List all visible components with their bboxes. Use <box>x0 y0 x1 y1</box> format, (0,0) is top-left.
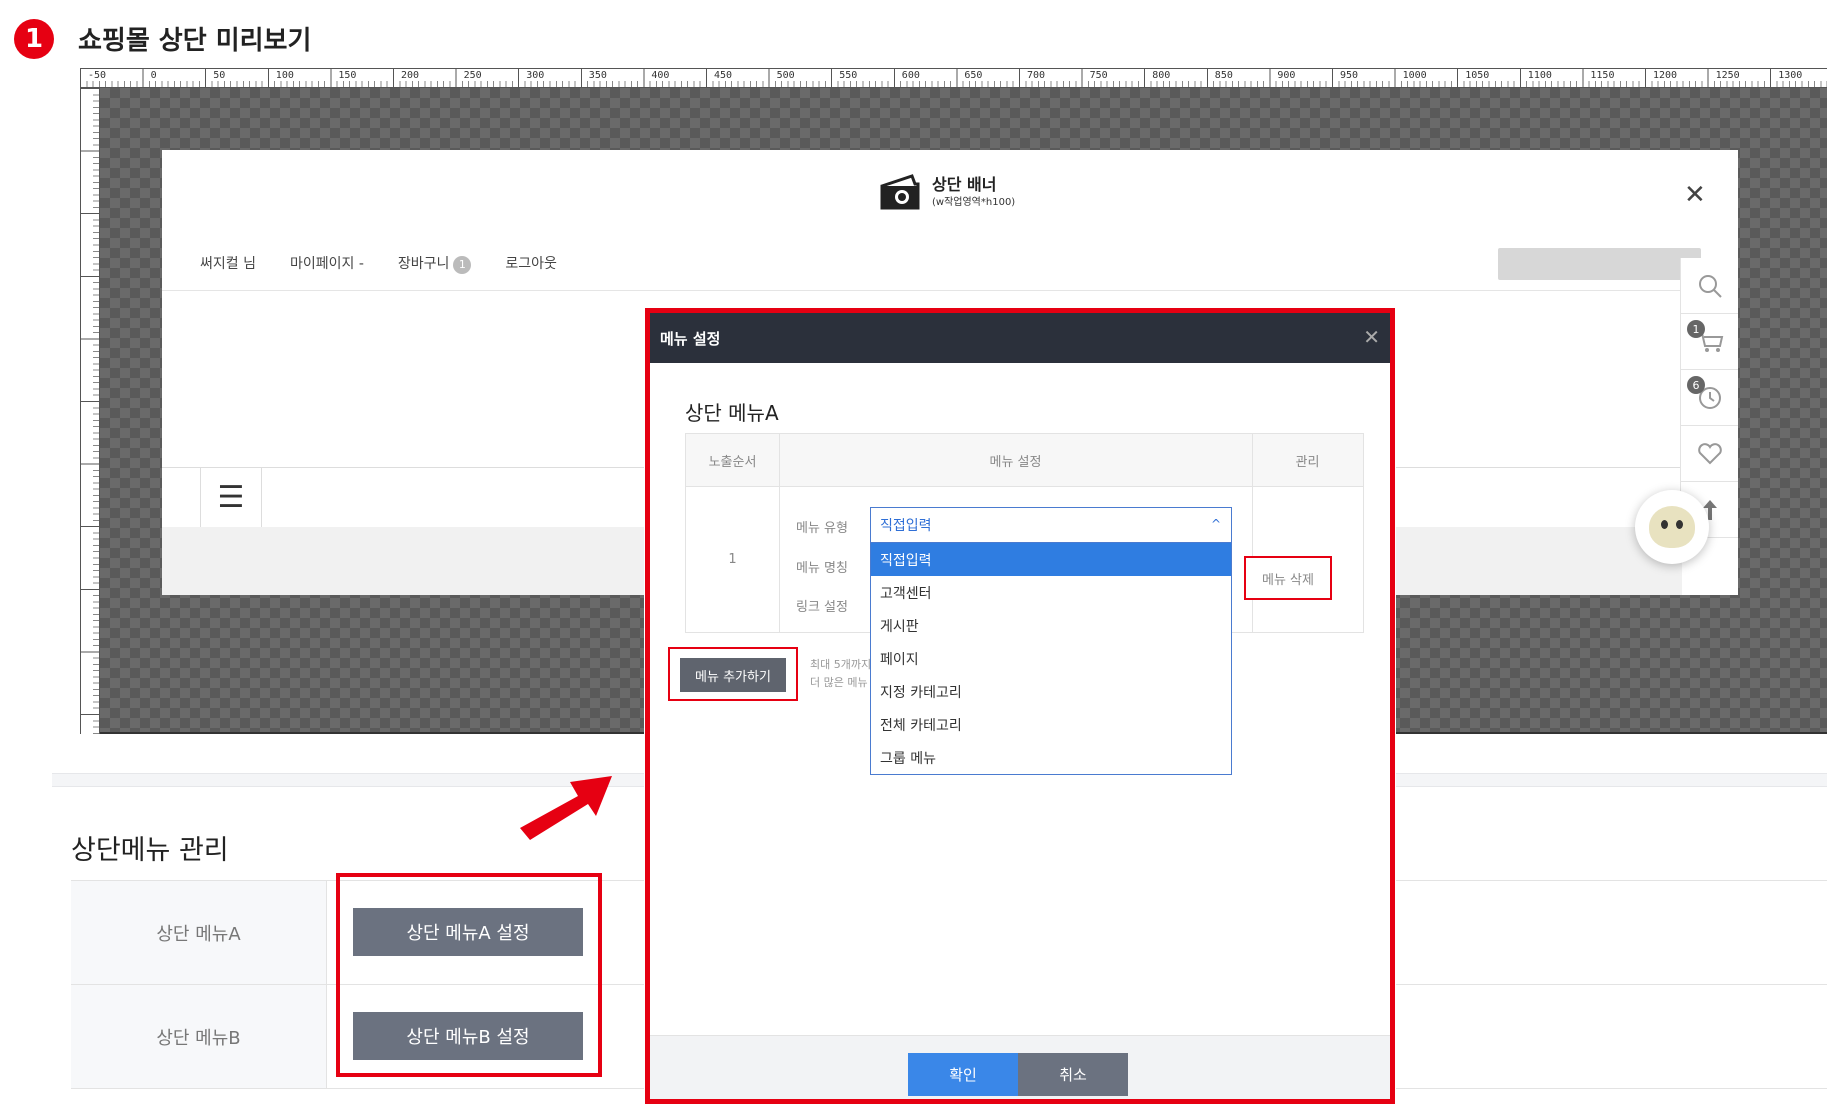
highlight-box: 메뉴 추가하기 <box>668 647 798 701</box>
ruler-tick-label: 550 <box>839 70 858 81</box>
quick-cart-count: 1 <box>1687 320 1705 338</box>
add-menu-button[interactable]: 메뉴 추가하기 <box>680 658 786 692</box>
step-badge: 1 <box>14 19 54 59</box>
ruler-tick-label: 200 <box>401 70 420 81</box>
shop-search-input[interactable] <box>1498 248 1701 280</box>
ruler-tick-label: 50 <box>213 70 226 81</box>
vertical-ruler <box>80 88 100 734</box>
ruler-tick-label: 700 <box>1027 70 1046 81</box>
top-banner[interactable]: 상단 배너 (w작업영역*h100) <box>878 172 1015 212</box>
red-arrow-icon <box>520 776 612 840</box>
top-menu-management-title: 상단메뉴 관리 <box>71 835 229 866</box>
confirm-button[interactable]: 확인 <box>908 1053 1018 1096</box>
select-value: 직접입력 <box>880 518 932 534</box>
banner-size-note: (w작업영역*h100) <box>932 196 1016 208</box>
cancel-button[interactable]: 취소 <box>1018 1053 1128 1096</box>
ruler-tick-label: 1100 <box>1527 70 1552 81</box>
quick-menu: 1 6 <box>1680 258 1738 538</box>
ruler-tick-label: 250 <box>463 70 482 81</box>
dropdown-option[interactable]: 페이지 <box>871 642 1231 675</box>
hamburger-menu-icon[interactable]: ☰ <box>200 467 262 527</box>
cart-icon[interactable]: 1 <box>1681 314 1738 370</box>
chevron-up-icon: ^ <box>1210 517 1221 531</box>
modal-header: 메뉴 설정 ✕ <box>650 313 1390 363</box>
chatbot-button[interactable] <box>1635 490 1709 564</box>
help-line: 더 많은 메뉴 <box>810 676 868 689</box>
field-label: 링크 설정 <box>796 600 848 615</box>
help-text: 최대 5개까지 더 많은 메뉴 <box>810 656 870 692</box>
ruler-tick-label: 1200 <box>1653 70 1678 81</box>
ruler-tick-label: 450 <box>714 70 733 81</box>
ruler-tick-label: 150 <box>338 70 357 81</box>
delete-menu-button[interactable]: 메뉴 삭제 <box>1244 556 1332 600</box>
cart-count-badge: 1 <box>453 255 472 274</box>
column-header: 관리 <box>1252 434 1363 487</box>
highlight-box <box>336 873 602 1077</box>
ruler-tick-label: 750 <box>1089 70 1108 81</box>
ruler-tick-label: 950 <box>1340 70 1359 81</box>
dropdown-option[interactable]: 지정 카테고리 <box>871 675 1231 708</box>
ruler-tick-label: -50 <box>88 70 107 81</box>
close-icon[interactable]: ✕ <box>1363 325 1380 349</box>
order-number: 1 <box>728 552 737 567</box>
ruler-tick-label: 100 <box>275 70 294 81</box>
ruler-tick-label: 1300 <box>1778 70 1803 81</box>
camera-icon <box>880 174 920 210</box>
ruler-tick-label: 1000 <box>1402 70 1427 81</box>
horizontal-ruler: -50 0 50 100 150 200 250 300 350 400 450 500 550 600 6… <box>80 68 1827 88</box>
field-label: 메뉴 유형 <box>796 521 848 536</box>
nav-user-name: 써지컬 님 <box>200 256 256 273</box>
divider <box>162 290 1682 291</box>
nav-mypage[interactable]: 마이페이지 - <box>290 253 364 273</box>
divider <box>1252 434 1253 632</box>
dropdown-option[interactable]: 그룹 메뉴 <box>871 741 1231 774</box>
ruler-tick-label: 1150 <box>1590 70 1615 81</box>
section-title: 상단 메뉴A <box>685 401 779 425</box>
row-label: 상단 메뉴B <box>71 985 327 1088</box>
ruler-tick-label: 1050 <box>1465 70 1490 81</box>
shop-top-nav: 써지컬 님 마이페이지 - 장바구니 1 로그아웃 <box>200 253 557 274</box>
heart-icon[interactable] <box>1681 426 1738 482</box>
row-label: 상단 메뉴A <box>71 881 327 984</box>
banner-title: 상단 배너 <box>932 174 997 194</box>
dropdown-option[interactable]: 직접입력 <box>871 543 1231 576</box>
close-icon[interactable]: ✕ <box>1684 180 1706 210</box>
nav-logout[interactable]: 로그아웃 <box>505 253 557 273</box>
nav-cart-label: 장바구니 <box>397 256 450 272</box>
recent-view-icon[interactable]: 6 <box>1681 370 1738 426</box>
modal-title: 메뉴 설정 <box>660 329 721 348</box>
ruler-tick-label: 800 <box>1152 70 1171 81</box>
dropdown-option[interactable]: 게시판 <box>871 609 1231 642</box>
search-icon[interactable] <box>1681 258 1738 314</box>
ruler-tick-label: 350 <box>588 70 607 81</box>
ruler-tick-label: 900 <box>1277 70 1296 81</box>
menu-type-dropdown: 직접입력 고객센터 게시판 페이지 지정 카테고리 전체 카테고리 그룹 메뉴 <box>870 543 1232 775</box>
divider <box>779 434 780 632</box>
column-header: 메뉴 설정 <box>779 434 1252 487</box>
menu-settings-modal: 메뉴 설정 ✕ 상단 메뉴A 노출순서 메뉴 설정 관리 1 메뉴 유형 메뉴 … <box>645 308 1395 1104</box>
nav-cart[interactable]: 장바구니 1 <box>398 253 472 274</box>
menu-type-select[interactable]: 직접입력 ^ <box>870 507 1232 543</box>
dropdown-option[interactable]: 전체 카테고리 <box>871 708 1231 741</box>
field-label: 메뉴 명칭 <box>796 561 848 576</box>
preview-title: 쇼핑몰 상단 미리보기 <box>78 26 312 56</box>
menu-settings-table: 노출순서 메뉴 설정 관리 1 메뉴 유형 메뉴 명칭 링크 설정 직접입력 ^… <box>685 433 1364 775</box>
ruler-tick-label: 300 <box>526 70 545 81</box>
ruler-tick-label: 500 <box>776 70 795 81</box>
ruler-tick-label: 400 <box>651 70 670 81</box>
ruler-tick-label: 1250 <box>1715 70 1740 81</box>
screenshot-root: 1 쇼핑몰 상단 미리보기 -50 0 50 100 150 200 250 300 350 40… <box>0 0 1827 1110</box>
ruler-tick-label: 850 <box>1214 70 1233 81</box>
column-header: 노출순서 <box>686 434 779 487</box>
chatbot-icon <box>1649 506 1695 548</box>
quick-recent-count: 6 <box>1687 376 1705 394</box>
help-line: 최대 5개까지 <box>810 658 870 671</box>
ruler-tick-label: 600 <box>901 70 920 81</box>
ruler-tick-label: 0 <box>150 70 157 81</box>
ruler-tick-label: 650 <box>964 70 983 81</box>
dropdown-option[interactable]: 고객센터 <box>871 576 1231 609</box>
